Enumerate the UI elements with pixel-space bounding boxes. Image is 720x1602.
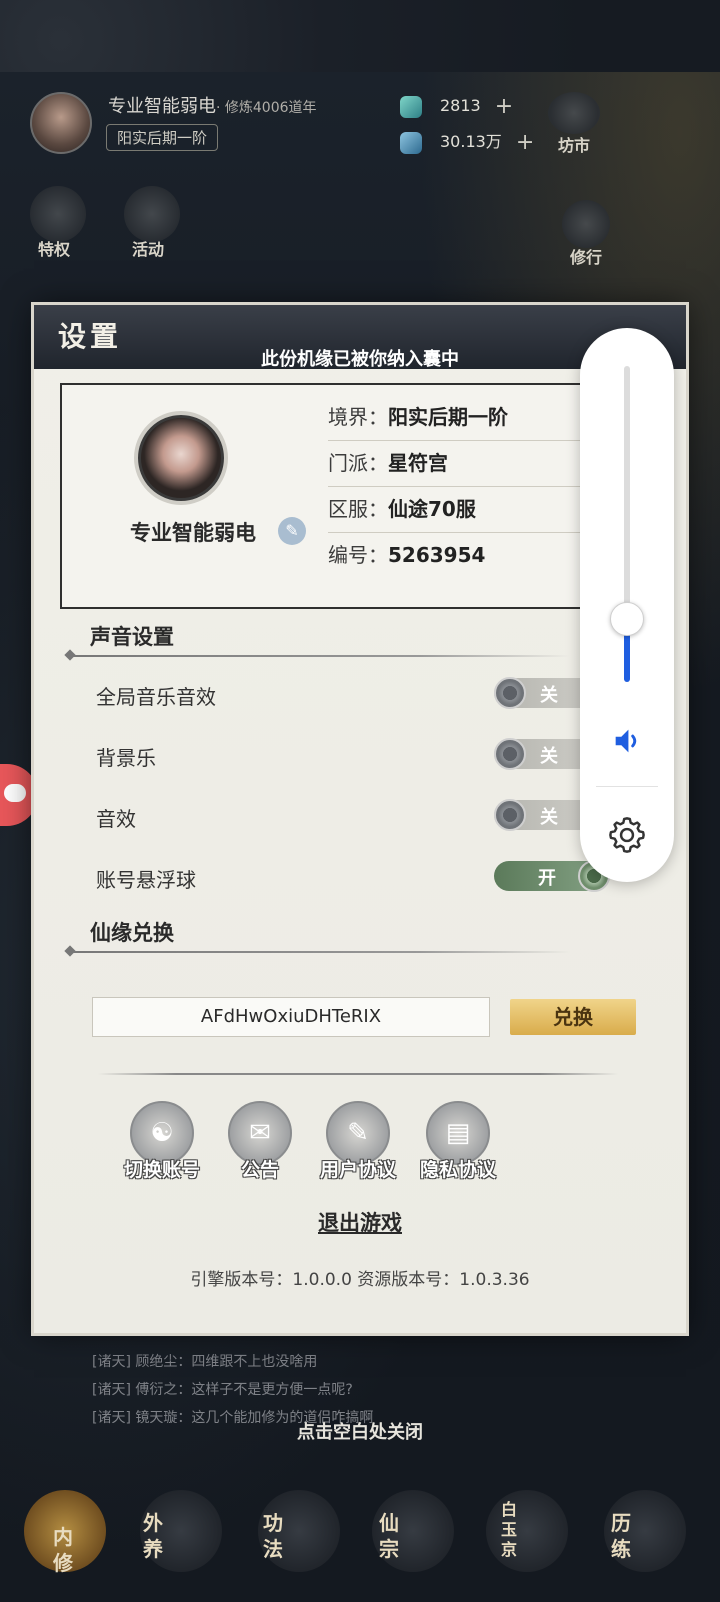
redeem-code-input[interactable]: AFdHwOxiuDHTeRIX	[92, 997, 490, 1037]
info-value: 仙途70服	[388, 497, 476, 521]
shop-icon[interactable]	[548, 92, 600, 134]
info-key: 编号：	[328, 543, 388, 567]
info-row-id: 编号：5263954	[328, 533, 608, 579]
stone-icon	[400, 131, 422, 154]
profile-name: 专业智能弱电	[130, 521, 256, 545]
activity-label: 活动	[132, 240, 165, 259]
info-key: 区服：	[328, 497, 388, 521]
redeem-section-title: 仙缘兑换	[90, 921, 174, 945]
privilege-label: 特权	[38, 240, 71, 259]
profile-avatar[interactable]	[138, 415, 224, 501]
version-info: 引擎版本号：1.0.0.0 资源版本号：1.0.3.36	[190, 1270, 530, 1290]
player-avatar[interactable]	[30, 92, 92, 154]
redeem-button[interactable]: 兑换	[510, 999, 636, 1035]
setting-label-sfx: 音效	[96, 807, 136, 831]
links-divider	[98, 1073, 618, 1075]
currency-stone: 30.13万 +	[400, 128, 534, 155]
sound-section-title: 声音设置	[90, 625, 174, 649]
nav-item-label[interactable]: 内修	[48, 1524, 78, 1576]
currency-jade-value: 2813	[440, 96, 481, 115]
privilege-icon[interactable]	[30, 186, 86, 242]
toggle-knob	[494, 738, 526, 770]
link-label: 切换账号	[123, 1159, 200, 1181]
jade-icon	[400, 95, 422, 118]
close-hint[interactable]: 点击空白处关闭	[0, 1418, 720, 1444]
chat-message: [诸天] 傅衍之：这样子不是更方便一点呢?	[92, 1382, 353, 1398]
player-realm-badge: 阳实后期一阶	[106, 124, 219, 151]
nav-item-label[interactable]: 功法	[258, 1510, 288, 1562]
nav-item-label[interactable]: 历练	[606, 1510, 636, 1562]
currency-jade: 2813 +	[400, 94, 513, 119]
gear-icon[interactable]	[606, 814, 648, 856]
currency-stone-value: 30.13万	[440, 132, 502, 151]
exit-game-link[interactable]: 退出游戏	[34, 1207, 686, 1237]
speaker-icon[interactable]	[610, 724, 644, 758]
player-cultivation: · 修炼4006道年	[216, 100, 317, 116]
toggle-state: 关	[540, 807, 558, 828]
practice-icon[interactable]	[562, 200, 610, 248]
nav-item-label[interactable]: 白玉京	[494, 1500, 524, 1560]
setting-label-float-ball: 账号悬浮球	[96, 868, 196, 892]
link-label: 公告	[240, 1159, 279, 1181]
volume-panel	[580, 328, 674, 882]
nav-item-label[interactable]: 外养	[138, 1510, 168, 1562]
info-row-sect: 门派：星符宫	[328, 441, 608, 487]
toggle-state: 关	[540, 685, 558, 706]
practice-label: 修行	[570, 248, 603, 267]
player-header-name: 专业智能弱电· 修炼4006道年	[108, 92, 317, 118]
toggle-state: 开	[538, 868, 556, 889]
chat-message: [诸天] 顾绝尘：四维跟不上也没啥用	[92, 1354, 318, 1370]
link-label: 隐私协议	[419, 1159, 496, 1181]
add-jade-button[interactable]: +	[495, 94, 513, 119]
toggle-knob	[494, 799, 526, 831]
bottom-nav: 内修 外养 功法 仙宗 白玉京 历练	[0, 1470, 720, 1602]
switch-account-button[interactable]: ☯ 切换账号	[112, 1101, 212, 1182]
privacy-policy-button[interactable]: ▤ 隐私协议	[408, 1101, 508, 1182]
info-value: 星符宫	[388, 451, 448, 475]
shop-label: 坊市	[558, 136, 591, 155]
toggle-knob	[494, 677, 526, 709]
nav-item-label[interactable]: 仙宗	[374, 1510, 404, 1562]
info-key: 门派：	[328, 451, 388, 475]
user-agreement-button[interactable]: ✎ 用户协议	[308, 1101, 408, 1182]
setting-label-bgm: 背景乐	[96, 746, 156, 770]
info-value: 5263954	[388, 543, 486, 567]
toggle-state: 关	[540, 746, 558, 767]
info-value: 阳实后期一阶	[388, 405, 508, 429]
setting-label-global-audio: 全局音乐音效	[96, 685, 216, 709]
status-bar-area	[0, 0, 720, 72]
info-row-realm: 境界：阳实后期一阶	[328, 395, 608, 441]
volume-divider	[596, 786, 658, 787]
edit-name-icon[interactable]: ✎	[278, 517, 306, 545]
player-name: 专业智能弱电	[108, 96, 216, 117]
link-label: 用户协议	[319, 1159, 396, 1181]
section-divider	[70, 655, 570, 657]
announcement-button[interactable]: ✉ 公告	[210, 1101, 310, 1182]
info-row-server: 区服：仙途70服	[328, 487, 608, 533]
activity-icon[interactable]	[124, 186, 180, 242]
profile-card: 专业智能弱电 ✎ 境界：阳实后期一阶 门派：星符宫 区服：仙途70服 编号：52…	[60, 383, 650, 609]
info-key: 境界：	[328, 405, 388, 429]
add-stone-button[interactable]: +	[516, 130, 534, 155]
volume-thumb[interactable]	[610, 602, 644, 636]
section-divider	[70, 951, 570, 953]
